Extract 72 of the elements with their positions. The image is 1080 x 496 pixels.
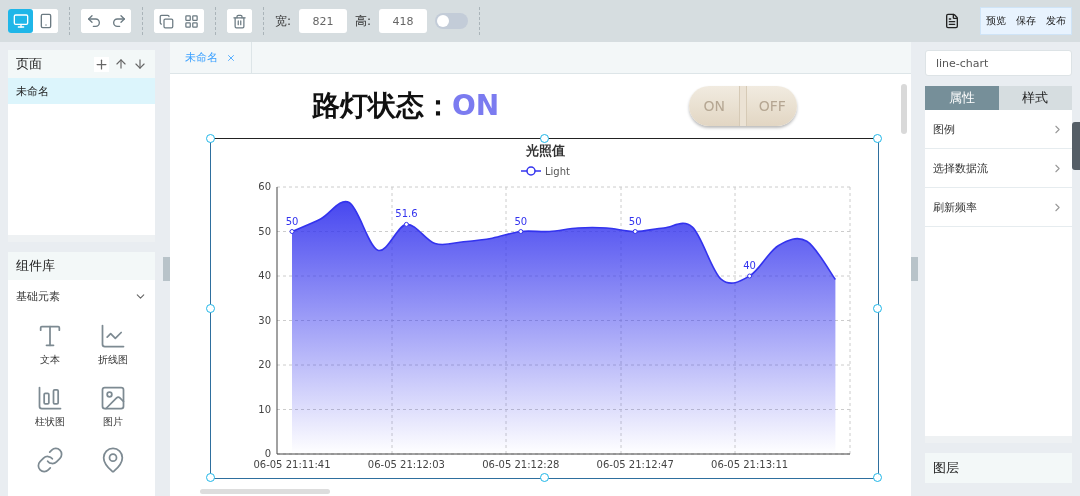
delete-button[interactable] [227,9,252,33]
resize-handle[interactable] [206,134,215,143]
chart-title: 光照值 [525,143,565,158]
x-tick-label: 06-05 21:12:28 [482,459,560,470]
vertical-scrollbar[interactable] [901,84,907,134]
resize-handle[interactable] [873,473,882,482]
resize-handle[interactable] [206,473,215,482]
data-label: 50 [285,215,299,227]
x-tick-label: 06-05 21:13:11 [711,459,789,470]
component-name-field[interactable]: line-chart [925,50,1072,76]
y-tick-label: 20 [258,359,271,370]
component-label: 柱状图 [34,415,65,429]
y-tick-label: 40 [258,270,271,281]
collapse-handle[interactable] [163,257,170,281]
data-point [518,229,524,234]
panel-title: 图层 [933,459,960,477]
x-tick-label: 06-05 21:11:41 [253,459,331,470]
resize-handle[interactable] [873,303,882,313]
data-point [632,229,638,234]
resize-handle[interactable] [873,134,882,143]
page-item[interactable]: 未命名 [8,78,155,104]
legend-label[interactable]: Light [545,166,570,177]
redo-icon [110,13,127,29]
desktop-view-button[interactable] [8,9,33,33]
data-point [403,221,409,227]
close-icon[interactable] [226,52,236,63]
trash-icon [232,13,247,29]
horizontal-scrollbar[interactable] [200,489,330,494]
resize-handle[interactable] [539,134,549,143]
y-tick-label: 30 [258,314,271,326]
y-tick-label: 50 [258,225,271,237]
y-tick-label: 0 [264,448,271,459]
panel-title: 页面 [16,55,43,73]
link-icon[interactable] [35,446,64,474]
collapse-handle[interactable] [911,257,918,281]
y-tick-label: 60 [258,181,271,192]
data-point [289,229,295,234]
monitor-icon [12,13,29,29]
data-label: 50 [514,215,528,227]
undo-icon [85,13,102,29]
property-item[interactable]: 刷新频率 [925,188,1072,227]
height-field[interactable]: 418 [379,9,428,33]
data-label: 51.6 [395,208,418,220]
y-tick-label: 10 [258,403,271,415]
resize-handle[interactable] [539,473,549,482]
property-tab[interactable]: 样式 [998,86,1072,110]
category-label: 基础元素 [16,288,60,304]
panel-title: 组件库 [16,257,56,275]
height-label: 高: [355,12,372,30]
data-label: 40 [743,260,756,271]
arrow-up-icon[interactable] [114,57,128,71]
component-label: 文本 [39,353,60,367]
resize-handle[interactable] [206,303,215,313]
add-icon[interactable] [94,56,109,72]
component-label: 图片 [103,415,124,429]
status-heading: 路灯状态：ON [312,88,500,124]
legend-icon[interactable] [520,166,542,176]
toggle-switch[interactable] [435,13,469,29]
width-label: 宽: [275,12,292,30]
component-label: 折线图 [98,353,129,367]
data-label: 50 [628,215,642,227]
action-button[interactable]: 发布 [1041,8,1071,34]
action-button[interactable]: 预览 [981,8,1011,34]
action-button[interactable]: 保存 [1011,8,1041,34]
document-icon[interactable] [944,13,960,29]
copy-icon [159,13,174,29]
x-tick-label: 06-05 21:12:03 [367,459,445,470]
arrow-down-icon[interactable] [133,57,147,71]
x-tick-label: 06-05 21:12:47 [596,459,674,470]
grid-icon [184,13,199,29]
width-field[interactable]: 821 [299,9,348,33]
data-point [747,273,753,279]
